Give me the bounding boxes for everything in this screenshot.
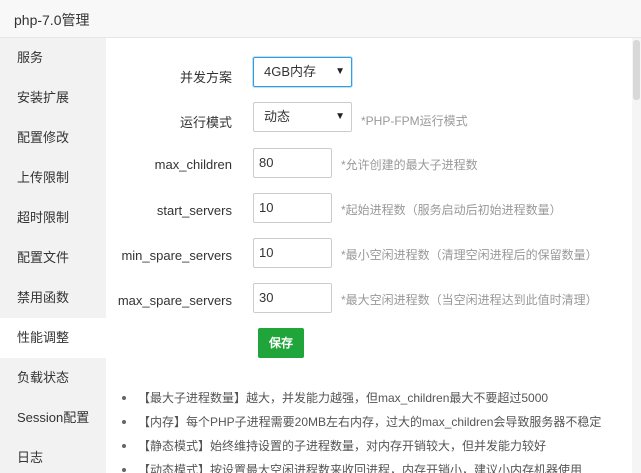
max-children-label: max_children	[154, 157, 232, 172]
note-text: 【动态模式】按设置最大空闲进程数来收回进程，内存开销小，建议小内存机器使用	[138, 463, 583, 473]
min-spare-servers-label: min_spare_servers	[121, 248, 232, 263]
min-spare-servers-hint: *最小空闲进程数（清理空闲进程后的保留数量）	[341, 248, 598, 262]
sidebar-item-config-file[interactable]: 配置文件	[0, 238, 106, 278]
sidebar-item-install-extensions[interactable]: 安装扩展	[0, 78, 106, 118]
bullet-icon	[122, 444, 126, 448]
max-spare-servers-hint: *最大空闲进程数（当空闲进程达到此值时清理）	[341, 293, 598, 307]
concurrency-label: 并发方案	[179, 70, 232, 85]
scrollbar-thumb[interactable]	[633, 40, 640, 100]
max-spare-servers-label: max_spare_servers	[117, 293, 232, 308]
max-children-hint: *允许创建的最大子进程数	[341, 158, 478, 172]
sidebar-item-service[interactable]: 服务	[0, 38, 106, 78]
list-item: 【最大子进程数量】越大，并发能力越强，但max_children最大不要超过50…	[120, 386, 635, 410]
start-servers-input[interactable]: 10	[253, 193, 332, 223]
scrollbar-track[interactable]	[632, 38, 641, 473]
sidebar-item-config-modify[interactable]: 配置修改	[0, 118, 106, 158]
window-titlebar: php-7.0管理	[0, 0, 641, 38]
min-spare-servers-input[interactable]: 10	[253, 238, 332, 268]
sidebar-item-session-config[interactable]: Session配置	[0, 398, 106, 438]
bullet-icon	[122, 396, 126, 400]
sidebar-item-upload-limit[interactable]: 上传限制	[0, 158, 106, 198]
run-mode-hint: *PHP-FPM运行模式	[361, 114, 468, 128]
bullet-icon	[122, 420, 126, 424]
max-children-input[interactable]: 80	[253, 148, 332, 178]
notes-list: 【最大子进程数量】越大，并发能力越强，但max_children最大不要超过50…	[120, 386, 635, 473]
window-title: php-7.0管理	[14, 12, 90, 28]
run-mode-value: 动态	[264, 109, 291, 124]
sidebar-item-disabled-functions[interactable]: 禁用函数	[0, 278, 106, 318]
list-item: 【内存】每个PHP子进程需要20MB左右内存，过大的max_children会导…	[120, 410, 635, 434]
concurrency-value: 4GB内存	[264, 64, 317, 79]
sidebar-item-timeout-limit[interactable]: 超时限制	[0, 198, 106, 238]
sidebar-item-log[interactable]: 日志	[0, 438, 106, 473]
start-servers-hint: *起始进程数（服务启动后初始进程数量）	[341, 203, 562, 217]
run-mode-select[interactable]: 动态 ▼	[253, 102, 352, 132]
sidebar-item-performance-tuning[interactable]: 性能调整	[0, 318, 106, 358]
note-text: 【内存】每个PHP子进程需要20MB左右内存，过大的max_children会导…	[138, 415, 602, 429]
list-item: 【静态模式】始终维持设置的子进程数量，对内存开销较大，但并发能力较好	[120, 434, 635, 458]
note-text: 【最大子进程数量】越大，并发能力越强，但max_children最大不要超过50…	[138, 391, 549, 405]
list-item: 【动态模式】按设置最大空闲进程数来收回进程，内存开销小，建议小内存机器使用	[120, 458, 635, 473]
note-text: 【静态模式】始终维持设置的子进程数量，对内存开销较大，但并发能力较好	[138, 439, 547, 453]
save-button[interactable]: 保存	[258, 328, 304, 358]
caret-down-icon: ▼	[335, 66, 345, 77]
sidebar: 服务 安装扩展 配置修改 上传限制 超时限制 配置文件 禁用函数 性能调整 负载…	[0, 38, 106, 473]
bullet-icon	[122, 468, 126, 472]
start-servers-label: start_servers	[156, 203, 232, 218]
caret-down-icon: ▼	[335, 111, 345, 122]
run-mode-label: 运行模式	[179, 115, 232, 130]
sidebar-item-load-status[interactable]: 负载状态	[0, 358, 106, 398]
max-spare-servers-input[interactable]: 30	[253, 283, 332, 313]
concurrency-select[interactable]: 4GB内存 ▼	[253, 57, 352, 87]
performance-panel: 并发方案 4GB内存 ▼ 运行模式 动态 ▼ *PHP-FPM运行模式 max_…	[106, 38, 641, 473]
